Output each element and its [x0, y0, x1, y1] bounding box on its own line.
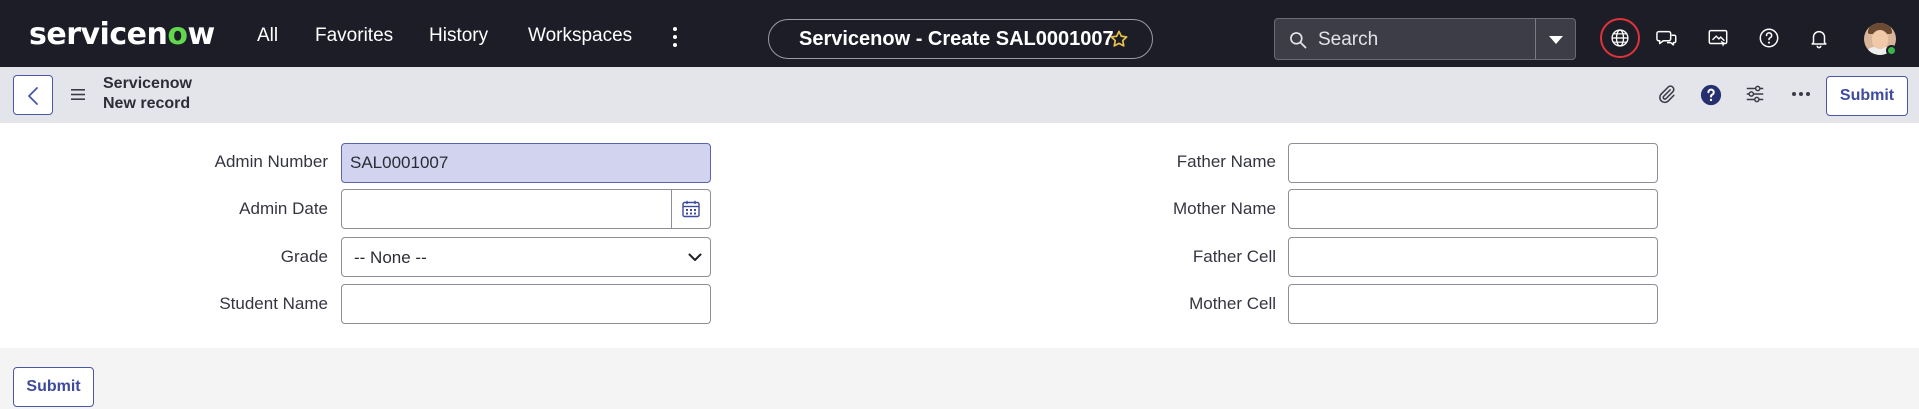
search-icon — [1290, 32, 1307, 49]
help-icon[interactable] — [1758, 27, 1780, 49]
global-search-box[interactable]: Search — [1274, 18, 1576, 60]
chevron-down-icon — [688, 253, 702, 261]
nav-all[interactable]: All — [257, 25, 278, 47]
record-label: New record — [103, 95, 191, 112]
nav-history[interactable]: History — [429, 25, 488, 47]
globe-icon — [1611, 29, 1629, 47]
mother-cell-label: Mother Cell — [1189, 294, 1276, 313]
nav-workspaces[interactable]: Workspaces — [528, 25, 632, 47]
admin-number-label: Admin Number — [214, 152, 328, 171]
grade-label: Grade — [280, 247, 328, 266]
student-name-label: Student Name — [219, 294, 328, 313]
chat-icon[interactable] — [1656, 27, 1678, 49]
question-icon[interactable] — [1700, 84, 1722, 106]
presence-indicator — [1886, 45, 1897, 56]
paperclip-icon[interactable] — [1655, 83, 1677, 105]
submit-button-top[interactable]: Submit — [1826, 76, 1908, 116]
top-navigation-bar: servicenow All Favorites History Workspa… — [0, 0, 1919, 67]
page-title: Servicenow - Create SAL0001007 — [799, 28, 1114, 50]
scope-globe-button[interactable] — [1600, 18, 1640, 58]
grade-select[interactable]: -- None -- — [341, 237, 711, 277]
date-picker-button[interactable] — [671, 189, 711, 229]
student-name-field[interactable] — [341, 284, 711, 324]
grade-selected-value: -- None -- — [354, 248, 427, 267]
father-cell-field[interactable] — [1288, 237, 1658, 277]
form-header: Servicenow New record Submit — [0, 67, 1919, 123]
servicenow-logo[interactable]: servicenow — [29, 17, 215, 52]
logo-text-part2: o — [167, 17, 188, 52]
logo-text-part1: servicen — [29, 17, 168, 52]
chevron-left-icon — [28, 87, 38, 105]
father-name-field[interactable] — [1288, 143, 1658, 183]
admin-date-label: Admin Date — [239, 199, 328, 218]
search-input[interactable]: Search — [1318, 29, 1378, 51]
submit-button-bottom[interactable]: Submit — [13, 367, 94, 407]
caret-down-icon[interactable] — [1548, 35, 1564, 45]
logo-text-part3: w — [187, 17, 215, 52]
hamburger-icon[interactable] — [70, 88, 86, 101]
mother-cell-field[interactable] — [1288, 284, 1658, 324]
table-name: Servicenow — [103, 75, 192, 92]
star-icon[interactable] — [1109, 29, 1129, 49]
admin-number-field[interactable] — [341, 143, 711, 183]
screen-share-icon[interactable] — [1707, 27, 1729, 49]
back-button[interactable] — [13, 75, 53, 115]
page-title-pill: Servicenow - Create SAL0001007 — [768, 19, 1153, 59]
mother-name-field[interactable] — [1288, 189, 1658, 229]
sliders-icon[interactable] — [1744, 83, 1766, 105]
father-cell-label: Father Cell — [1192, 247, 1276, 266]
father-name-label: Father Name — [1176, 152, 1276, 171]
calendar-icon — [682, 200, 700, 218]
search-divider — [1535, 19, 1536, 59]
nav-favorites[interactable]: Favorites — [315, 25, 393, 47]
bell-icon[interactable] — [1808, 27, 1830, 49]
record-form: Admin Number Admin Date Grade -- None --… — [0, 123, 1919, 348]
admin-date-field[interactable] — [341, 189, 672, 229]
more-vertical-icon[interactable] — [672, 27, 678, 47]
mother-name-label: Mother Name — [1173, 199, 1276, 218]
more-horizontal-icon[interactable] — [1790, 91, 1812, 97]
